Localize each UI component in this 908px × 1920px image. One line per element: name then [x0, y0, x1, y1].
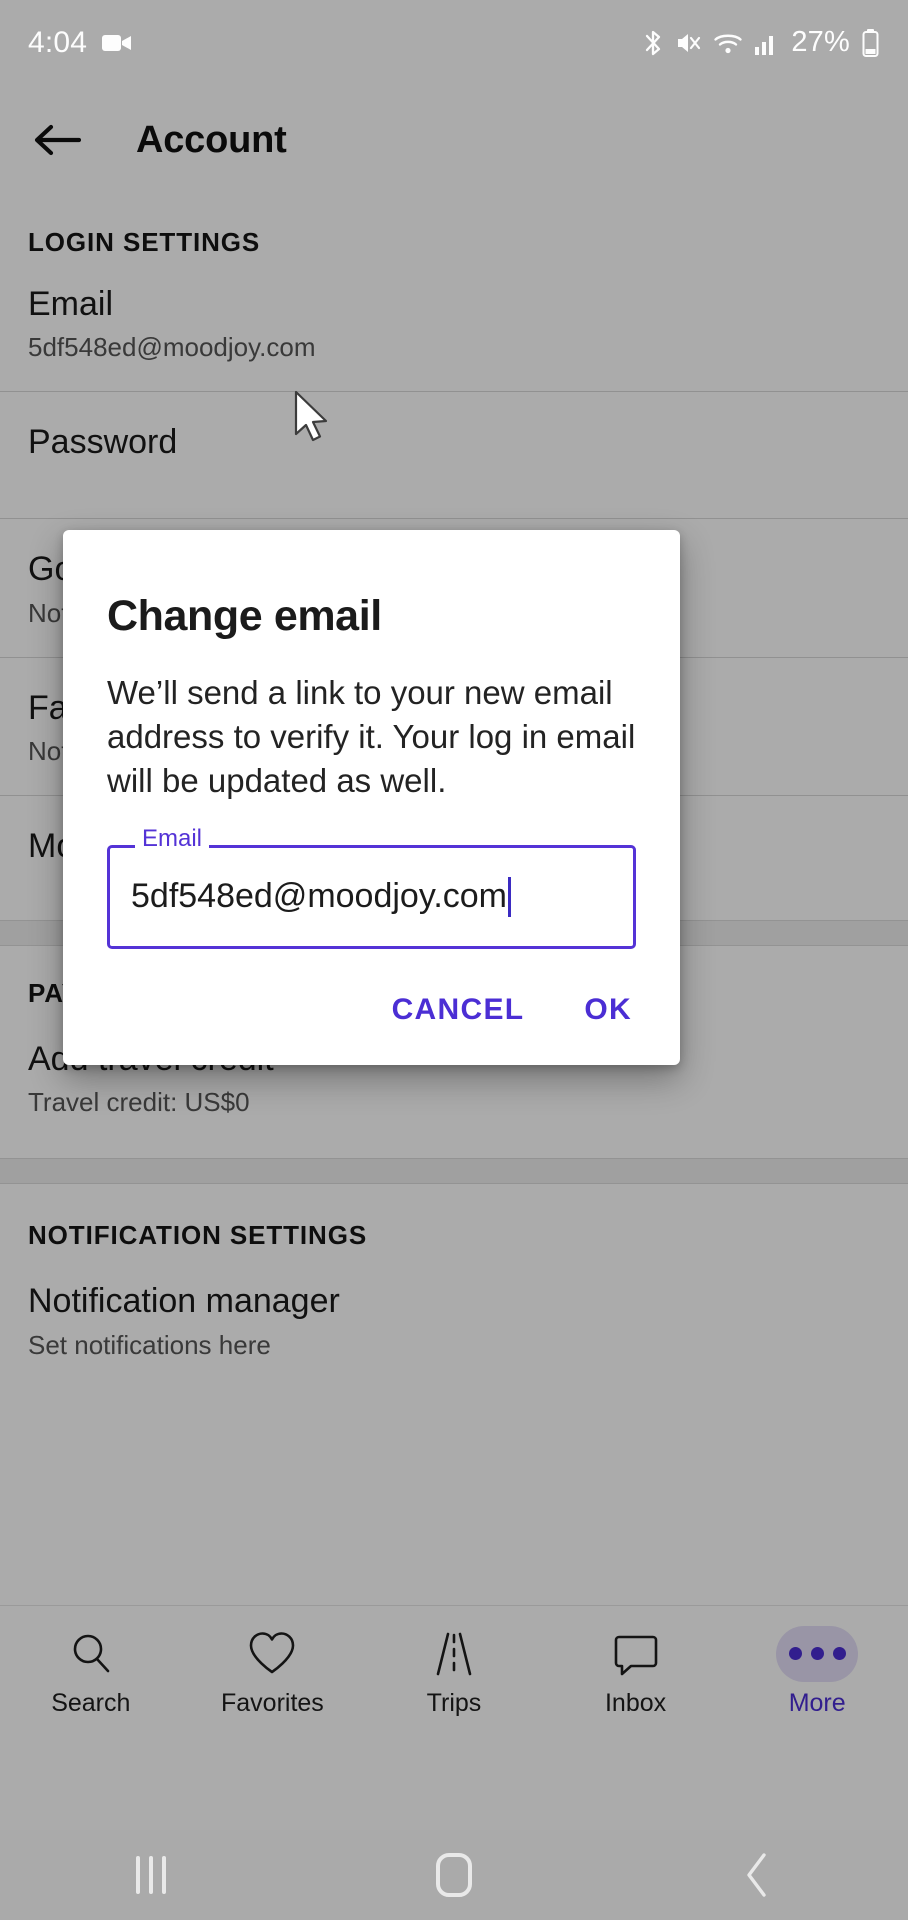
status-bar: 4:04 27%: [0, 0, 908, 85]
battery-percent: 27%: [791, 26, 850, 58]
dialog-body-text: We’ll send a link to your new email addr…: [107, 674, 636, 799]
back-button-system[interactable]: [605, 1851, 908, 1899]
mute-icon: [675, 30, 702, 56]
recents-button[interactable]: [0, 1856, 303, 1894]
bluetooth-icon: [642, 29, 664, 57]
recents-icon: [136, 1856, 167, 1894]
wifi-icon: [713, 30, 743, 56]
home-icon: [436, 1853, 472, 1897]
cancel-button[interactable]: CANCEL: [388, 987, 529, 1033]
ok-button[interactable]: OK: [580, 987, 636, 1033]
dialog-actions: CANCEL OK: [107, 949, 636, 1065]
email-field-label: Email: [135, 826, 210, 851]
chevron-left-icon: [746, 1853, 766, 1897]
change-email-dialog: Change email We’ll send a link to your n…: [63, 530, 680, 1065]
email-field-value-wrapper[interactable]: 5df548ed@moodjoy.com: [131, 876, 511, 917]
dialog-title: Change email: [107, 592, 382, 640]
android-navigation-bar: [0, 1830, 908, 1920]
cellular-signal-icon: [754, 30, 778, 56]
home-button[interactable]: [303, 1853, 606, 1897]
email-field[interactable]: Email 5df548ed@moodjoy.com: [107, 826, 636, 949]
status-bar-left: 4:04: [28, 26, 133, 60]
phone-screen: LOGIN SETTINGS Email 5df548ed@moodjoy.co…: [0, 0, 908, 1920]
status-bar-right: 27%: [642, 26, 880, 59]
video-camera-icon: [101, 32, 133, 54]
status-time: 4:04: [28, 25, 88, 59]
email-field-value[interactable]: 5df548ed@moodjoy.com: [131, 877, 507, 916]
text-caret: [508, 876, 511, 917]
battery-icon: [861, 28, 880, 58]
